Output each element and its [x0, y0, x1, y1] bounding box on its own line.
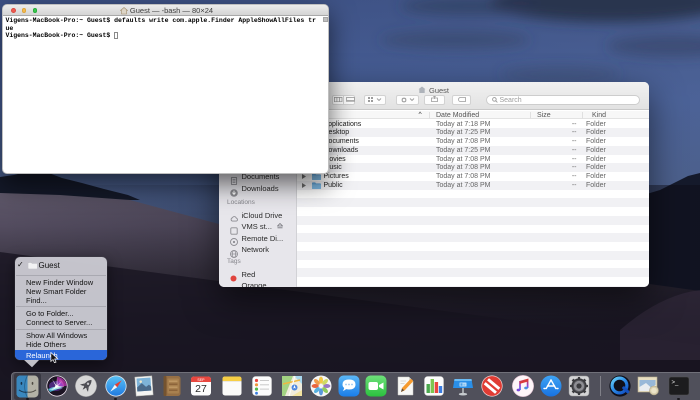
svg-text:SEP: SEP [197, 378, 205, 382]
svg-text:>_: >_ [671, 380, 679, 386]
svg-text:27: 27 [195, 383, 207, 395]
